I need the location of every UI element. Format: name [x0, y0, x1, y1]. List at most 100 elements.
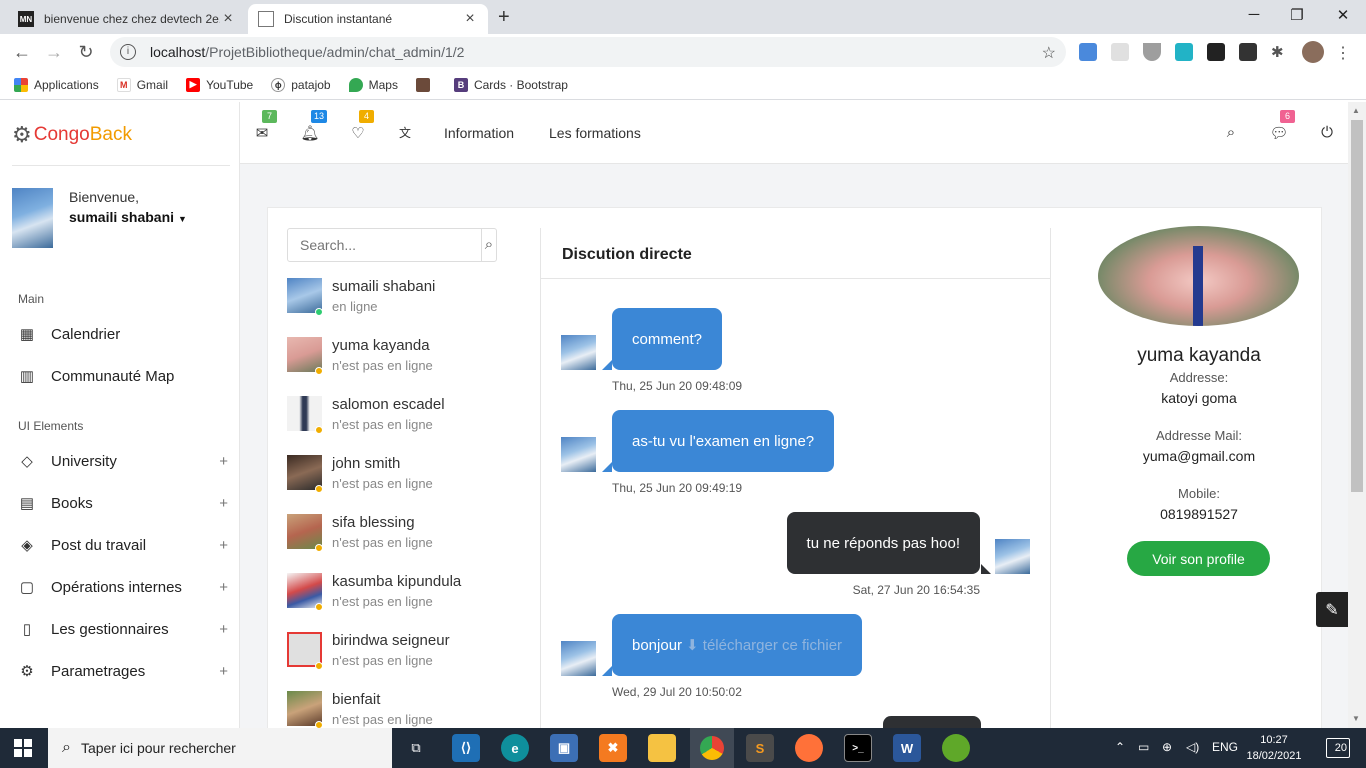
sidebar-item-post-du-travail[interactable]: ◈ Post du travail +	[18, 530, 230, 560]
search-icon: ⌕	[62, 739, 71, 756]
search-icon[interactable]: ⌕	[1221, 124, 1241, 141]
search-button[interactable]: ⌕	[481, 229, 496, 261]
minimize-icon[interactable]: ─	[1244, 6, 1264, 23]
sidebar-item-books[interactable]: ▤ Books +	[18, 488, 230, 518]
expand-plus-icon[interactable]: +	[219, 453, 228, 470]
site-info-icon[interactable]: i	[120, 44, 136, 60]
nav-link-information[interactable]: Information	[444, 125, 514, 141]
extension-icon[interactable]	[1111, 43, 1129, 61]
nav-link-les-formations[interactable]: Les formations	[549, 125, 641, 141]
contact-item[interactable]: kasumba kipundula n'est pas en ligne	[287, 573, 517, 623]
user-menu-toggle[interactable]: sumaili shabani ▼	[69, 209, 187, 225]
app-icon[interactable]	[942, 734, 970, 762]
language-indicator[interactable]: ENG	[1212, 740, 1238, 754]
browser-tab-2[interactable]: Discution instantané ×	[248, 4, 488, 34]
profile-avatar[interactable]	[1302, 41, 1324, 63]
customizer-wand-icon[interactable]: ✎	[1316, 592, 1348, 627]
offline-status-dot	[315, 603, 323, 611]
page-scrollbar[interactable]: ▲ ▼	[1348, 102, 1366, 728]
task-view-icon[interactable]: ⧉	[402, 734, 430, 762]
close-tab-icon[interactable]: ×	[462, 10, 478, 28]
chat-bubble-icon[interactable]: 💬︎	[1269, 124, 1289, 142]
bookmark-image[interactable]	[415, 77, 436, 92]
contact-item[interactable]: salomon escadel n'est pas en ligne	[287, 396, 517, 446]
logo-gear-icon: ⚙	[12, 122, 32, 147]
heart-icon[interactable]: ♡	[348, 124, 368, 142]
expand-plus-icon[interactable]: +	[219, 621, 228, 638]
contact-item[interactable]: john smith n'est pas en ligne	[287, 455, 517, 505]
close-tab-icon[interactable]: ×	[220, 10, 236, 28]
contact-name: salomon escadel	[332, 396, 445, 413]
power-icon[interactable]: ⏻	[1317, 124, 1337, 141]
vscode-icon[interactable]: ⟨⟩	[452, 734, 480, 762]
translate-icon[interactable]: 文	[395, 124, 415, 141]
sidebar-item-communaute-map[interactable]: ▥ Communauté Map	[18, 361, 230, 391]
contact-item[interactable]: sumaili shabani en ligne	[287, 278, 517, 328]
sidebar-item-calendrier[interactable]: ▦ Calendrier	[18, 319, 230, 349]
bookmark-youtube[interactable]: ▶ YouTube	[186, 77, 253, 92]
tray-device-icon[interactable]: ▭	[1138, 740, 1149, 754]
extension-icon[interactable]	[1175, 43, 1193, 61]
expand-plus-icon[interactable]: +	[219, 495, 228, 512]
forward-icon[interactable]: →	[44, 42, 64, 63]
bell-icon[interactable]: 🔔︎	[300, 124, 320, 142]
puzzle-icon[interactable]: ✱	[1271, 43, 1289, 61]
brand-logo[interactable]: ⚙ Congo Back	[12, 122, 132, 148]
sidebar-item-university[interactable]: ◇ University +	[18, 446, 230, 476]
bookmark-bootstrap[interactable]: B Cards · Bootstrap	[453, 77, 568, 92]
scroll-down-icon[interactable]: ▼	[1352, 714, 1360, 723]
bookmark-star-icon[interactable]: ☆	[1042, 43, 1056, 63]
network-icon[interactable]: ⊕	[1162, 740, 1172, 754]
expand-plus-icon[interactable]: +	[219, 663, 228, 680]
download-attachment-link[interactable]: ⬇ télécharger ce fichier	[686, 636, 842, 654]
sidebar-item-les-gestionnaires[interactable]: ▯ Les gestionnaires +	[18, 614, 230, 644]
file-explorer-icon[interactable]	[648, 734, 676, 762]
word-icon[interactable]: W	[893, 734, 921, 762]
xampp-icon[interactable]: ✖	[599, 734, 627, 762]
message-time: Sat, 27 Jun 20 16:54:35	[852, 583, 980, 597]
scrollbar-thumb[interactable]	[1351, 120, 1363, 492]
reload-icon[interactable]: ↻	[76, 42, 96, 63]
sidebar-item-operations-internes[interactable]: ▢ Opérations internes +	[18, 572, 230, 602]
sidebar-item-parametrages[interactable]: ⚙ Parametrages +	[18, 656, 230, 686]
browser-tab-1[interactable]: MN bienvenue chez chez devtech 2e... ×	[8, 4, 246, 34]
contact-item[interactable]: birindwa seigneur n'est pas en ligne	[287, 632, 517, 682]
view-profile-button[interactable]: Voir son profile	[1127, 541, 1270, 576]
mail-icon[interactable]: ✉	[252, 124, 272, 142]
volume-icon[interactable]: ◁)	[1186, 740, 1199, 754]
windows-start-icon[interactable]	[14, 739, 32, 757]
contact-item[interactable]: yuma kayanda n'est pas en ligne	[287, 337, 517, 387]
bookmark-patajob[interactable]: ϕ patajob	[271, 77, 331, 92]
bookmark-applications[interactable]: Applications	[14, 77, 99, 92]
extension-icon[interactable]	[1239, 43, 1257, 61]
menu-icon[interactable]: ⋮	[1334, 43, 1352, 62]
expand-plus-icon[interactable]: +	[219, 579, 228, 596]
bookmark-maps[interactable]: Maps	[348, 77, 398, 92]
restore-icon[interactable]: ❐	[1287, 6, 1307, 24]
url-field[interactable]: i localhost/ProjetBibliotheque/admin/cha…	[110, 37, 1066, 67]
edge-icon[interactable]: e	[501, 734, 529, 762]
taskbar-clock[interactable]: 10:27 18/02/2021	[1244, 732, 1304, 764]
sublime-icon[interactable]: S	[746, 734, 774, 762]
new-tab-icon[interactable]: +	[498, 6, 510, 29]
search-input[interactable]	[288, 229, 481, 261]
bookmark-label: Cards · Bootstrap	[473, 77, 568, 92]
extension-icon[interactable]	[1207, 43, 1225, 61]
terminal-icon[interactable]: >_	[844, 734, 872, 762]
notification-center-icon[interactable]: 20	[1326, 738, 1350, 758]
bookmark-gmail[interactable]: M Gmail	[116, 77, 168, 92]
extension-icon[interactable]	[1143, 43, 1161, 61]
message-time: Wed, 29 Jul 20 10:50:02	[612, 685, 742, 699]
close-window-icon[interactable]: ✕	[1333, 6, 1353, 24]
scroll-up-icon[interactable]: ▲	[1352, 106, 1360, 115]
chrome-taskbar-button[interactable]	[690, 728, 734, 768]
translate-extension-icon[interactable]	[1079, 43, 1097, 61]
contact-item[interactable]: sifa blessing n'est pas en ligne	[287, 514, 517, 564]
expand-plus-icon[interactable]: +	[219, 537, 228, 554]
back-icon[interactable]: ←	[12, 42, 32, 63]
firefox-icon[interactable]	[795, 734, 823, 762]
tray-chevron-icon[interactable]: ⌃	[1115, 740, 1125, 754]
store-icon[interactable]: ▣	[550, 734, 578, 762]
taskbar-search[interactable]: ⌕ Taper ici pour rechercher	[48, 728, 392, 768]
user-avatar	[12, 188, 53, 248]
